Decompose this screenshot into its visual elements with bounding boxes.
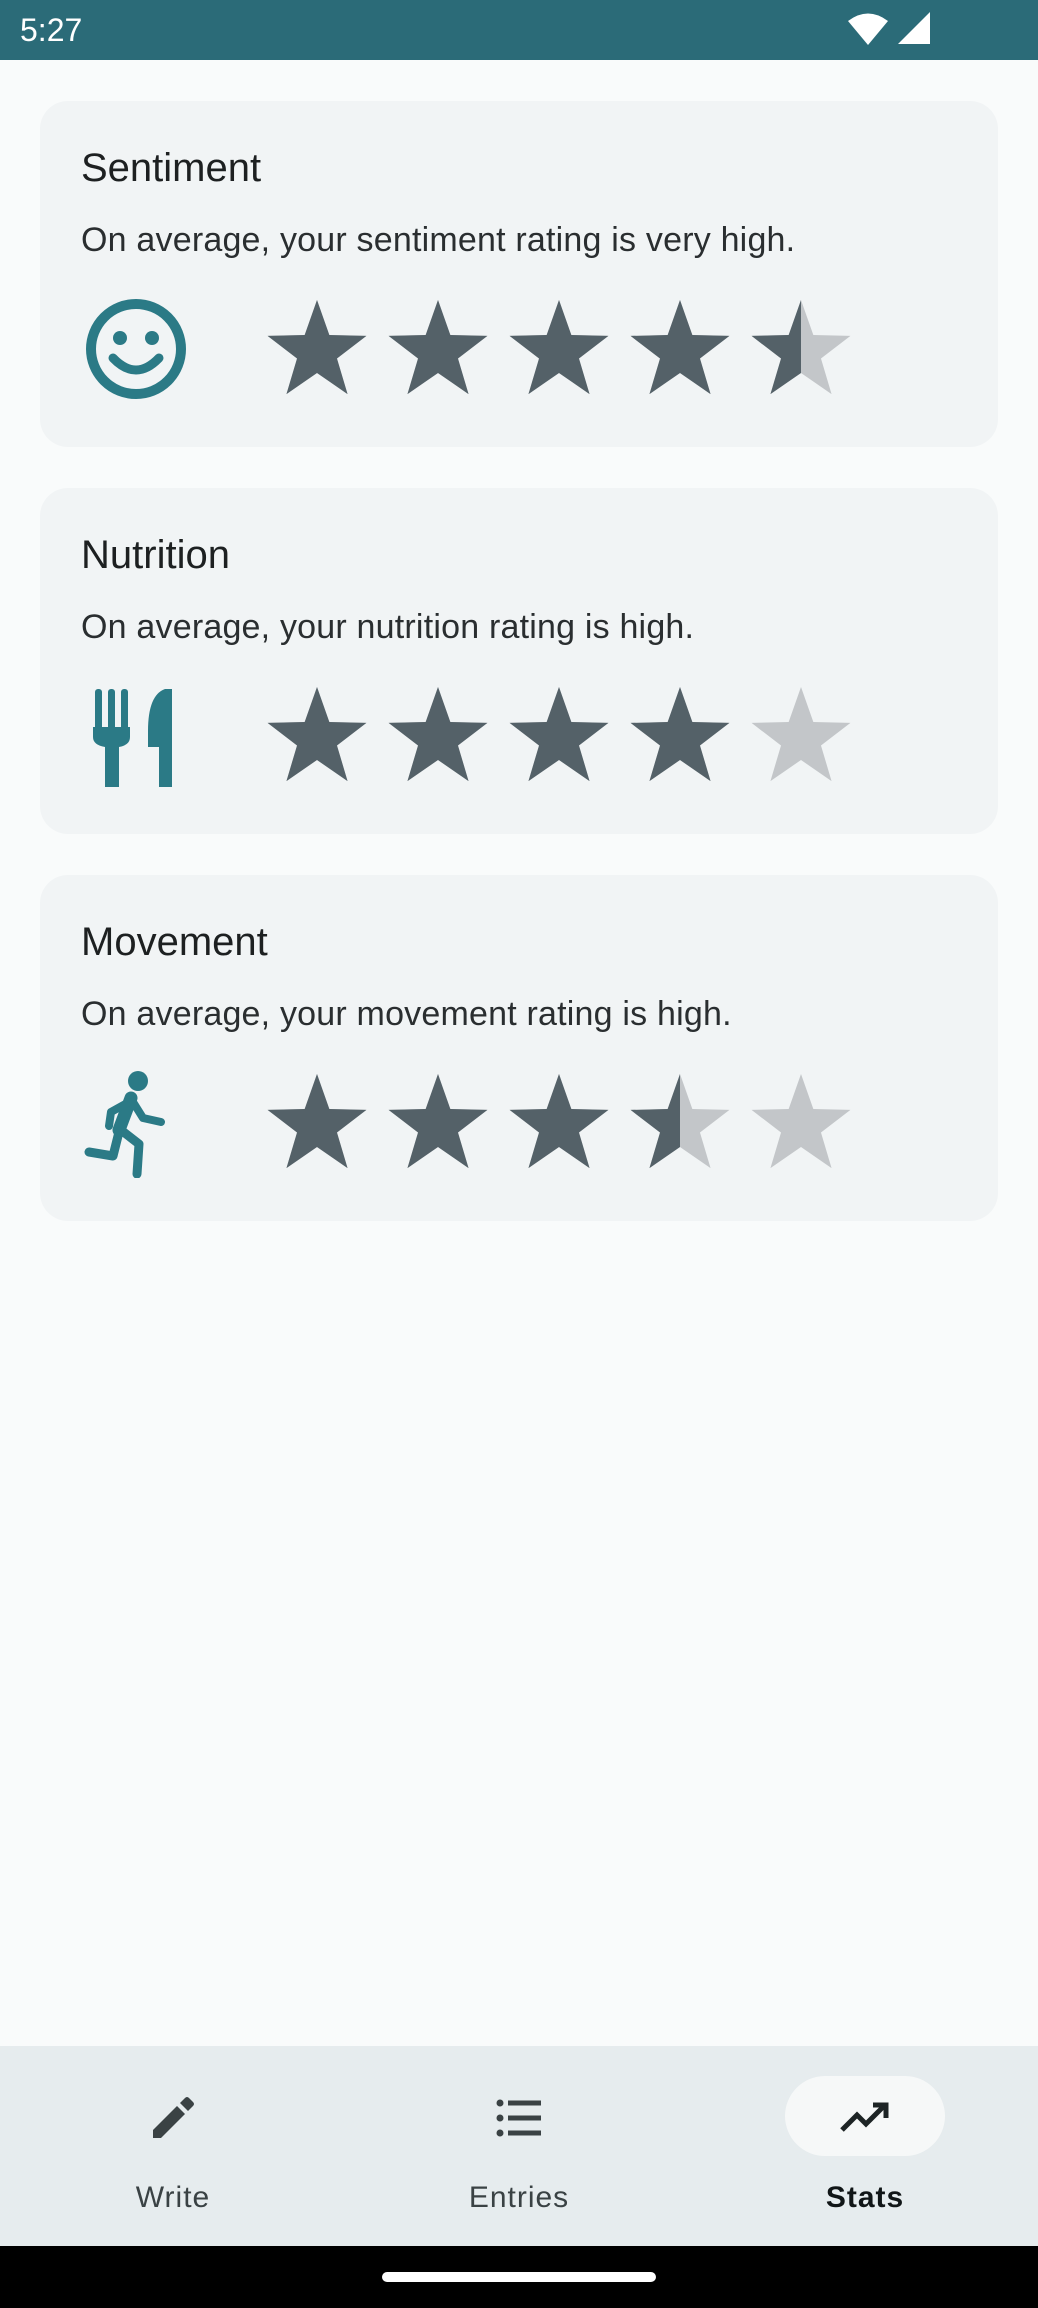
gesture-navigation-bar bbox=[0, 2246, 1038, 2308]
rating-row bbox=[81, 1068, 981, 1178]
movement-card: Movement On average, your movement ratin… bbox=[40, 875, 998, 1221]
star-filled-icon bbox=[267, 300, 367, 395]
card-title: Nutrition bbox=[81, 533, 230, 577]
nav-item-stats[interactable]: Stats bbox=[692, 2046, 1038, 2246]
rating-row bbox=[81, 681, 981, 791]
star-filled-icon bbox=[509, 300, 609, 395]
status-time: 5:27 bbox=[20, 12, 83, 48]
running-person-icon bbox=[84, 1071, 165, 1178]
nav-label: Entries bbox=[468, 2181, 570, 2214]
signal-icon bbox=[898, 12, 930, 44]
stats-content: Sentiment On average, your sentiment rat… bbox=[40, 101, 998, 1262]
star-half-icon bbox=[630, 1074, 730, 1169]
card-title: Sentiment bbox=[81, 146, 262, 190]
bottom-navigation: Write Entries Stats bbox=[0, 2046, 1038, 2246]
sentiment-card: Sentiment On average, your sentiment rat… bbox=[40, 101, 998, 447]
list-icon bbox=[496, 2099, 541, 2137]
star-filled-icon bbox=[630, 300, 730, 395]
status-icons bbox=[838, 12, 930, 46]
card-description: On average, your movement rating is high… bbox=[81, 995, 732, 1033]
status-bar: 5:27 bbox=[0, 0, 1038, 60]
nav-item-entries[interactable]: Entries bbox=[346, 2046, 692, 2246]
star-half-icon bbox=[751, 300, 851, 395]
star-filled-icon bbox=[388, 1074, 488, 1169]
nav-label: Write bbox=[135, 2181, 211, 2214]
star-filled-icon bbox=[388, 300, 488, 395]
nutrition-card: Nutrition On average, your nutrition rat… bbox=[40, 488, 998, 834]
star-filled-icon bbox=[388, 687, 488, 782]
star-filled-icon bbox=[630, 687, 730, 782]
smiley-face-icon bbox=[86, 299, 186, 399]
card-title: Movement bbox=[81, 920, 268, 964]
rating-row bbox=[81, 294, 981, 404]
star-filled-icon bbox=[267, 1074, 367, 1169]
star-empty-icon bbox=[751, 687, 851, 782]
nav-item-write[interactable]: Write bbox=[0, 2046, 346, 2246]
pencil-icon bbox=[153, 2097, 194, 2138]
star-filled-icon bbox=[267, 687, 367, 782]
fork-knife-icon bbox=[93, 689, 172, 787]
nav-label: Stats bbox=[825, 2181, 905, 2214]
card-description: On average, your nutrition rating is hig… bbox=[81, 608, 695, 646]
star-filled-icon bbox=[509, 687, 609, 782]
star-empty-icon bbox=[751, 1074, 851, 1169]
wifi-icon bbox=[848, 13, 888, 45]
trending-up-icon bbox=[840, 2102, 889, 2132]
card-description: On average, your sentiment rating is ver… bbox=[81, 221, 796, 259]
home-gesture-handle[interactable] bbox=[382, 2272, 656, 2282]
star-filled-icon bbox=[509, 1074, 609, 1169]
